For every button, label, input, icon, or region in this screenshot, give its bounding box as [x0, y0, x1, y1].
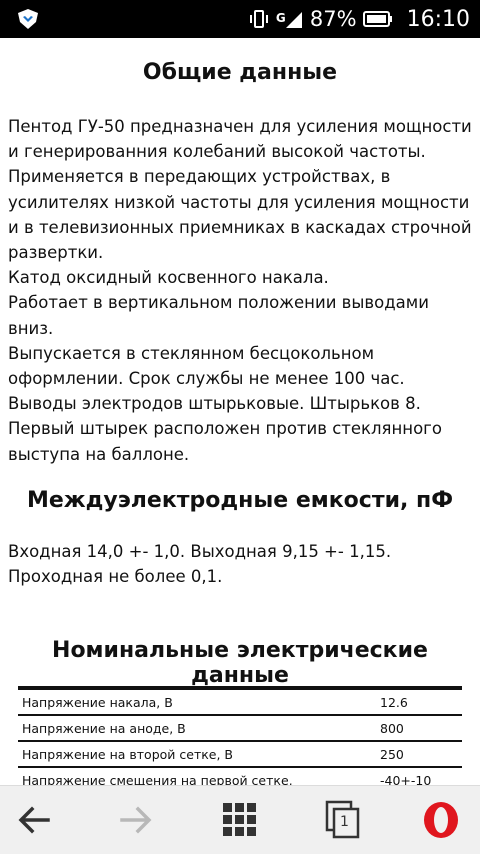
signal-icon: G — [276, 8, 304, 30]
heading-nominal: Номинальные электрические данные — [52, 638, 428, 688]
status-bar: G 87% 16:10 — [0, 0, 480, 38]
app-shield-icon — [18, 9, 38, 29]
clock: 16:10 — [406, 6, 470, 32]
table-row: Напряжение накала, В 12.6 — [18, 686, 462, 714]
table-row: Напряжение смещения на первой сетке, В -… — [18, 766, 462, 786]
row-value: 800 — [380, 721, 404, 736]
paragraph: Пентод ГУ-50 предназначен для усиления м… — [8, 117, 472, 162]
back-icon[interactable] — [14, 800, 54, 840]
paragraph: Входная 14,0 +- 1,0. Выходная 9,15 +- 1,… — [8, 542, 392, 587]
page-content[interactable]: Общие данные Пентод ГУ-50 предназначен д… — [0, 38, 480, 786]
row-value: 12.6 — [380, 695, 408, 710]
row-label: Напряжение на аноде, В — [22, 721, 186, 736]
vibrate-icon — [249, 10, 268, 28]
tab-count: 1 — [340, 814, 349, 830]
forward-icon[interactable] — [116, 800, 156, 840]
paragraph: Работает в вертикальном положении вывода… — [8, 293, 429, 338]
row-label: Напряжение на второй сетке, В — [22, 747, 233, 762]
nominal-table: Напряжение накала, В 12.6 Напряжение на … — [18, 686, 462, 786]
heading-capacitance: Междуэлектродные емкости, пФ — [26, 488, 454, 513]
capacitance-text: Входная 14,0 +- 1,0. Выходная 9,15 +- 1,… — [8, 539, 474, 589]
paragraph: Первый штырек расположен против стеклянн… — [8, 419, 442, 464]
paragraph: Выводы электродов штырьковые. Штырьков 8… — [8, 394, 421, 414]
battery-icon — [362, 11, 392, 27]
status-icons: G 87% 16:10 — [248, 0, 470, 38]
speed-dial-icon[interactable] — [220, 800, 260, 840]
tabs-button[interactable]: 1 — [322, 800, 362, 840]
row-label: Напряжение накала, В — [22, 695, 173, 710]
battery-percent: 87% — [309, 7, 357, 31]
paragraph: Катод оксидный косвенного накала. — [8, 268, 329, 288]
browser-navbar: 1 — [0, 785, 480, 854]
table-row: Напряжение на аноде, В 800 — [18, 714, 462, 740]
row-value: 250 — [380, 747, 404, 762]
general-description: Пентод ГУ-50 предназначен для усиления м… — [8, 114, 474, 467]
paragraph: Выпускается в стеклянном бесцокольном оф… — [8, 343, 405, 389]
heading-general: Общие данные — [142, 60, 338, 85]
table-row: Напряжение на второй сетке, В 250 — [18, 740, 462, 766]
paragraph: Применяется в передающих устройствах, в … — [8, 167, 472, 263]
opera-menu-icon[interactable] — [421, 800, 461, 840]
